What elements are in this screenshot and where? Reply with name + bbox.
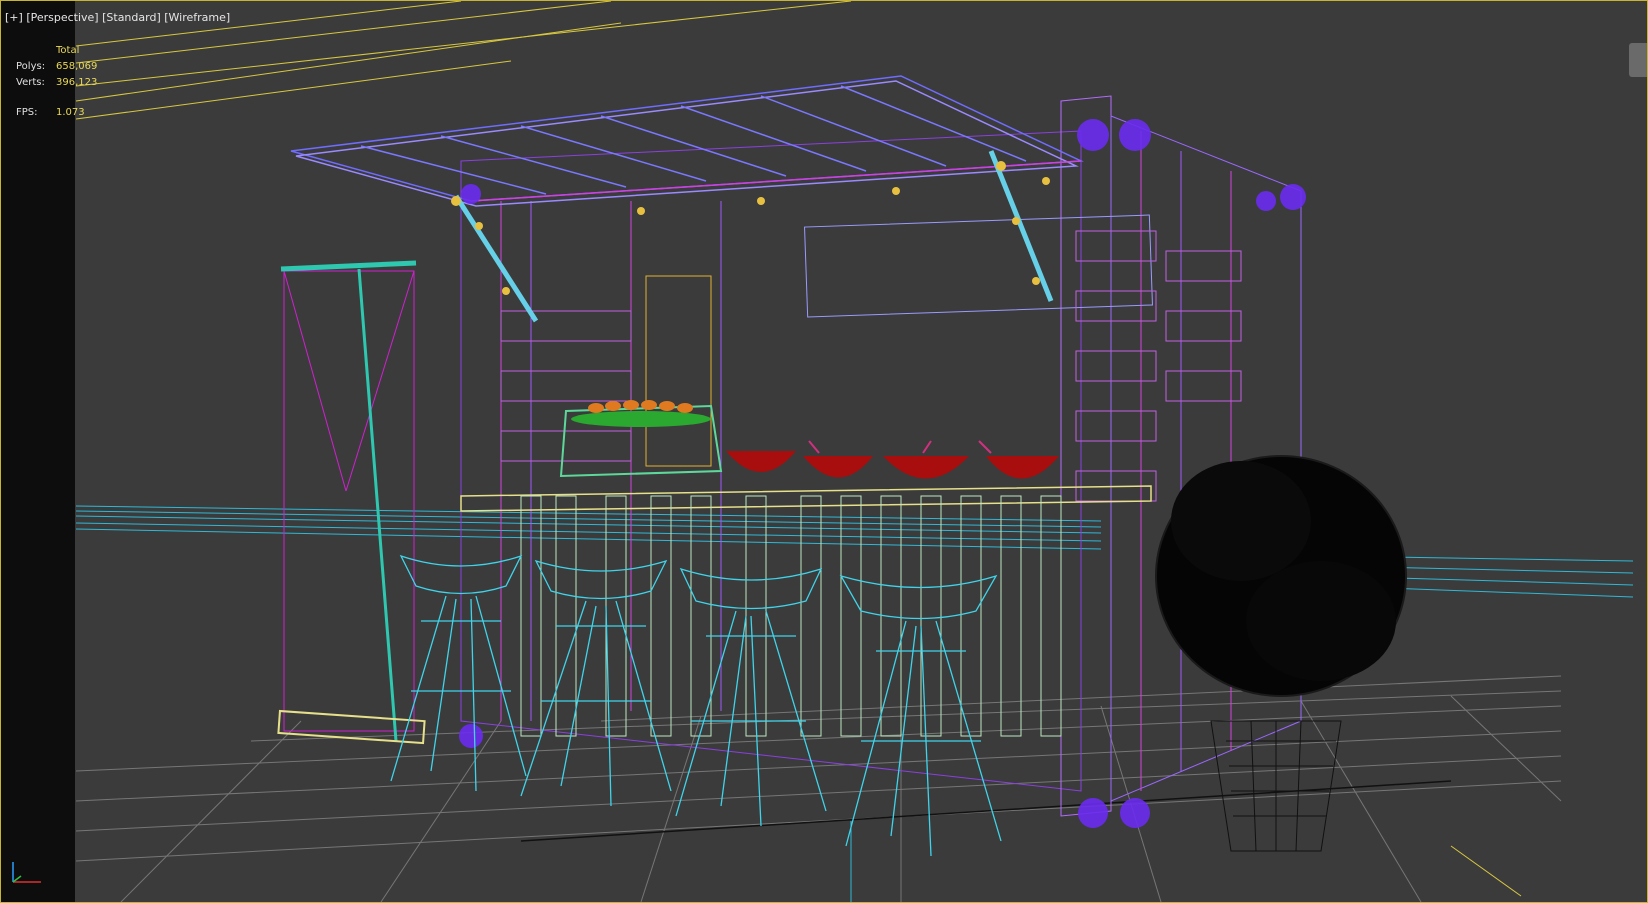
stool-1	[390, 554, 527, 792]
bar-stools	[390, 554, 1002, 857]
polys-label: Polys:	[16, 61, 46, 72]
statistics-overlay: Total Polys: 658,069 Verts: 396,123 FPS:…	[16, 43, 97, 121]
stool-2	[520, 559, 672, 807]
wireframe-scene[interactable]	[1, 1, 1647, 902]
stats-header: Total	[56, 45, 80, 56]
food-display	[559, 400, 723, 478]
strut-fittings	[451, 161, 1050, 295]
viewcube-icon[interactable]	[1629, 43, 1647, 77]
viewport-pov-menu[interactable]: [Perspective]	[26, 11, 98, 24]
axis-tripod-icon	[12, 862, 41, 883]
roof-struts	[453, 150, 1054, 323]
polys-value: 658,069	[56, 61, 98, 72]
banner-stand	[277, 260, 426, 745]
counter	[460, 485, 1152, 737]
corner-spheres	[459, 119, 1306, 828]
verts-label: Verts:	[16, 77, 45, 88]
viewport-shading-standard-menu[interactable]: [Standard]	[102, 11, 161, 24]
verts-value: 396,123	[56, 77, 98, 88]
viewport-menu-plus[interactable]: [+]	[5, 11, 23, 24]
stool-3	[675, 567, 827, 827]
red-bowls	[726, 451, 1059, 479]
viewport-display-mode-menu[interactable]: [Wireframe]	[164, 11, 230, 24]
viewport-label[interactable]: [+] [Perspective] [Standard] [Wireframe]	[5, 11, 230, 24]
perspective-viewport[interactable]: [+] [Perspective] [Standard] [Wireframe]…	[0, 0, 1648, 903]
fps-value: 1.073	[56, 107, 85, 118]
fps-label: FPS:	[16, 107, 38, 118]
booth-roof	[290, 75, 1084, 207]
